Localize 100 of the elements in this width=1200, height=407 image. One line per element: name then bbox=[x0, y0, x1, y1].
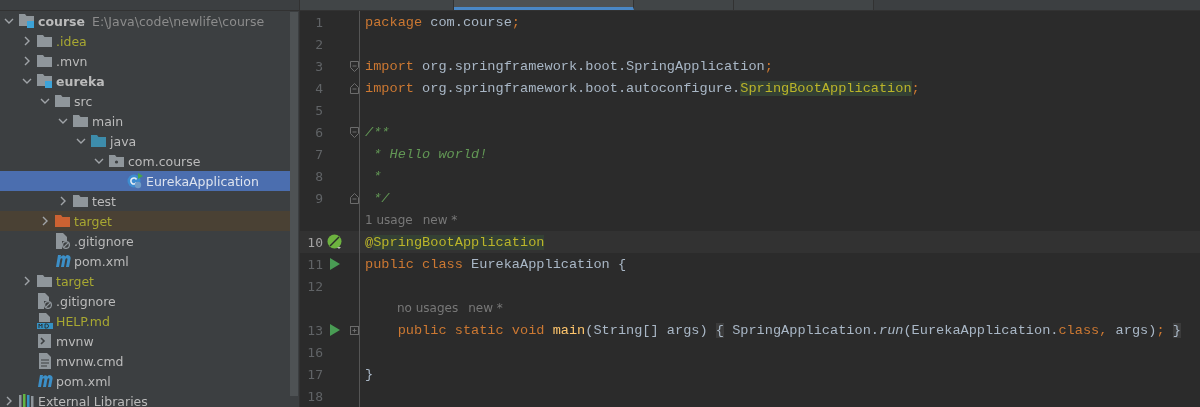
tree-item-label: pom.xml bbox=[74, 253, 129, 269]
line-number: 1 bbox=[314, 14, 323, 30]
tree-row[interactable]: target bbox=[0, 271, 291, 291]
tree-item-label: test bbox=[92, 193, 116, 209]
tree-item-label: course bbox=[38, 13, 85, 29]
line-number: 18 bbox=[306, 388, 323, 404]
inlay-hint[interactable]: new * bbox=[468, 301, 503, 315]
code-line: @SpringBootApplication bbox=[364, 234, 545, 250]
tree-row[interactable]: pom.xml bbox=[0, 371, 291, 391]
tree-row[interactable]: .gitignore bbox=[0, 231, 291, 251]
code-line: } bbox=[364, 366, 374, 382]
code-line: package com.course; bbox=[364, 14, 520, 30]
tree-item-label: src bbox=[74, 93, 93, 109]
class-icon bbox=[126, 173, 143, 189]
tree-item-label: .gitignore bbox=[74, 233, 134, 249]
tree-row[interactable]: External Libraries bbox=[0, 391, 291, 407]
tree-row[interactable]: .mvn bbox=[0, 51, 291, 71]
scrollbar[interactable] bbox=[290, 12, 298, 396]
tree-row[interactable]: main bbox=[0, 111, 291, 131]
tree-item-label: eureka bbox=[56, 73, 105, 89]
tree-item-label: .idea bbox=[56, 33, 87, 49]
tree-item-label: java bbox=[110, 133, 137, 149]
tree-row[interactable]: .idea bbox=[0, 31, 291, 51]
run-icon[interactable] bbox=[330, 258, 341, 270]
maven-icon bbox=[36, 375, 53, 387]
line-number: 13 bbox=[306, 322, 323, 338]
tree-row[interactable]: target bbox=[0, 211, 291, 231]
code-line: * Hello world! bbox=[372, 146, 488, 162]
tree-row[interactable]: src bbox=[0, 91, 291, 111]
tree-item-label: .gitignore bbox=[56, 293, 116, 309]
tree-item-label: mvnw.cmd bbox=[56, 353, 124, 369]
line-number: 17 bbox=[306, 366, 323, 382]
tree-item-label: External Libraries bbox=[38, 393, 148, 407]
tree-item-label: main bbox=[92, 113, 124, 129]
code-line: * bbox=[372, 168, 382, 184]
fold-end-icon[interactable] bbox=[350, 192, 359, 204]
line-number: 9 bbox=[314, 190, 323, 206]
text-file-icon bbox=[38, 353, 51, 369]
fold-start-icon[interactable] bbox=[350, 126, 359, 138]
line-number: 7 bbox=[314, 146, 323, 162]
code-line: /** bbox=[364, 124, 390, 140]
module-folder-icon bbox=[18, 14, 35, 28]
folder-icon bbox=[37, 35, 52, 47]
code-line: import org.springframework.boot.autoconfigure.SpringBootApplication; bbox=[364, 80, 920, 96]
inlay-hint[interactable]: no usages bbox=[397, 301, 459, 315]
line-number: 12 bbox=[306, 278, 323, 294]
tree-row[interactable]: mvnw.cmd bbox=[0, 351, 291, 371]
line-number: 11 bbox=[306, 256, 323, 272]
line-number: 3 bbox=[314, 58, 323, 74]
line-number: 16 bbox=[306, 344, 323, 360]
tree-row[interactable]: java bbox=[0, 131, 291, 151]
tree-item-label: com.course bbox=[128, 153, 201, 169]
tree-item-label: EurekaApplication bbox=[146, 173, 259, 189]
ignore-file-icon bbox=[55, 233, 70, 249]
library-icon bbox=[18, 394, 35, 407]
folder-icon bbox=[37, 275, 52, 287]
fold-start-icon[interactable] bbox=[350, 60, 359, 72]
fold-end-icon[interactable] bbox=[350, 82, 359, 94]
line-number: 6 bbox=[314, 124, 323, 140]
line-number: 2 bbox=[314, 36, 323, 52]
tree-item-label: target bbox=[56, 273, 94, 289]
folder-icon bbox=[73, 195, 88, 207]
code-line: import org.springframework.boot.SpringApplication; bbox=[364, 58, 773, 74]
code-line: */ bbox=[372, 190, 390, 206]
maven-icon bbox=[54, 255, 71, 267]
project-path: E:\Java\code\newlife\course bbox=[92, 13, 265, 29]
spring-leaf-icon[interactable] bbox=[327, 234, 344, 250]
tree-row[interactable]: test bbox=[0, 191, 291, 211]
line-number: 10 bbox=[306, 234, 323, 250]
tree-item-label: mvnw bbox=[56, 333, 94, 349]
expand-fold-icon[interactable] bbox=[350, 325, 359, 335]
line-number: 4 bbox=[314, 80, 323, 96]
code-line: public static void main(String[] args) { SpringApplication.run(EurekaApplication.class, args); } bbox=[396, 322, 1181, 338]
tree-item-label: pom.xml bbox=[56, 373, 111, 389]
tree-item-label: HELP.md bbox=[56, 313, 110, 329]
module-folder-icon bbox=[36, 74, 53, 88]
run-icon[interactable] bbox=[330, 324, 341, 336]
package-icon bbox=[109, 155, 124, 167]
folder-icon bbox=[55, 95, 70, 107]
folder-icon bbox=[91, 135, 106, 147]
tree-row[interactable]: com.course bbox=[0, 151, 291, 171]
tree-row[interactable]: HELP.md bbox=[0, 311, 291, 331]
ignore-file-icon bbox=[37, 293, 52, 309]
tree-row[interactable]: EurekaApplication bbox=[0, 171, 291, 191]
line-number: 8 bbox=[314, 168, 323, 184]
code-line: public class EurekaApplication { bbox=[364, 256, 627, 272]
inlay-hint[interactable]: 1 usage bbox=[365, 213, 413, 227]
tree-row[interactable]: mvnw bbox=[0, 331, 291, 351]
inlay-hint[interactable]: new * bbox=[422, 213, 458, 227]
folder-icon bbox=[37, 55, 52, 67]
folder-icon bbox=[55, 215, 70, 227]
tree-row[interactable]: course E:\Java\code\newlife\course bbox=[0, 11, 291, 31]
line-number: 5 bbox=[314, 102, 323, 118]
tree-item-label: target bbox=[74, 213, 112, 229]
markdown-file-icon bbox=[36, 313, 53, 329]
tree-row[interactable]: .gitignore bbox=[0, 291, 291, 311]
tree-item-label: .mvn bbox=[56, 53, 88, 69]
folder-icon bbox=[73, 115, 88, 127]
tree-row[interactable]: eureka bbox=[0, 71, 291, 91]
tree-row[interactable]: pom.xml bbox=[0, 251, 291, 271]
